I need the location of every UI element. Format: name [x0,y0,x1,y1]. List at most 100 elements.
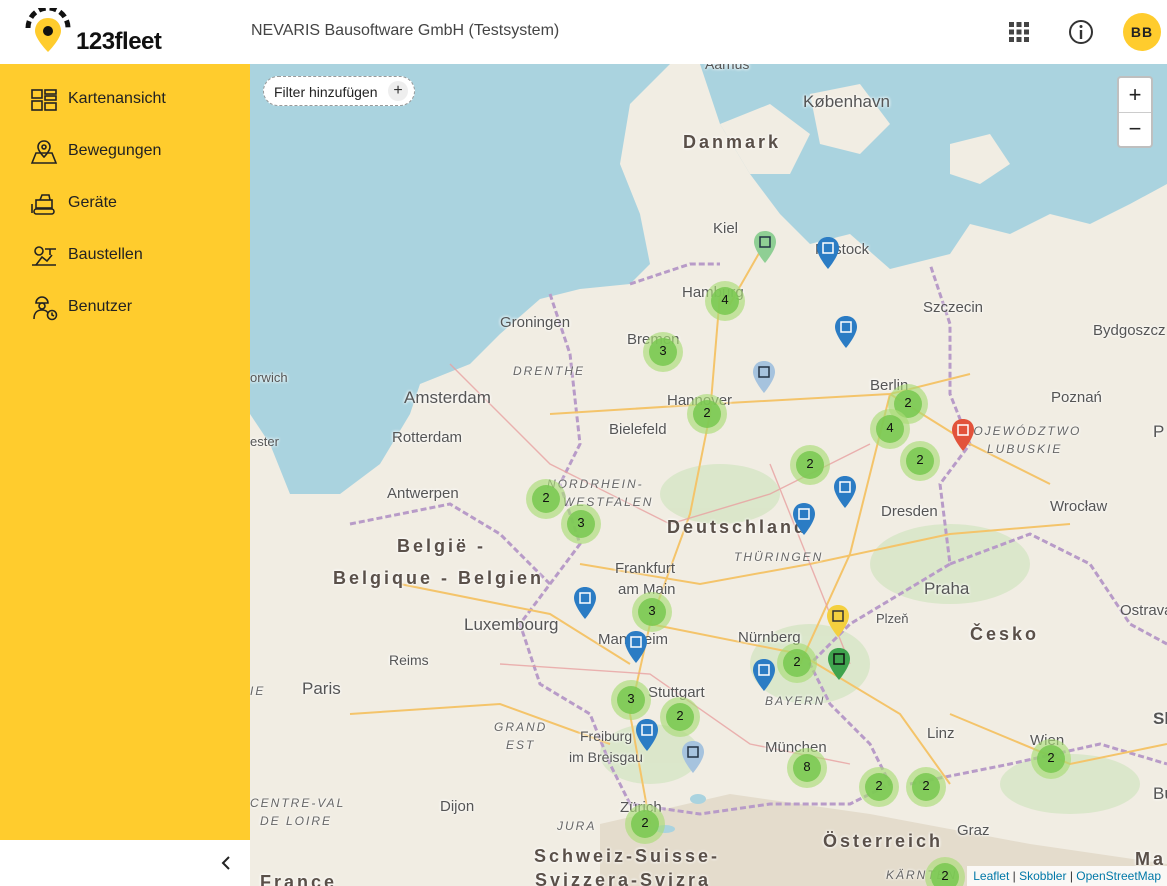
sidebar-item-benutzer[interactable]: Benutzer [0,286,250,330]
site-pin-icon[interactable] [825,604,851,640]
site-pin-icon[interactable] [751,360,777,396]
map-label: BAYERN [765,694,826,708]
marker-cluster[interactable]: 2 [859,767,899,807]
map-label: Kiel [713,220,739,237]
apps-grid-icon[interactable] [1007,20,1031,44]
zoom-out-button[interactable]: − [1119,112,1151,146]
marker-cluster[interactable]: 2 [906,767,946,807]
map-label: Bydgoszcz [1093,322,1166,339]
map-label: Groningen [500,314,571,331]
leaflet-link[interactable]: Leaflet [973,869,1009,883]
sidebar-item-geraete[interactable]: Geräte [0,182,250,226]
marker-cluster[interactable]: 2 [625,804,665,844]
map-pin-icon [30,140,58,164]
site-pin-icon[interactable] [572,586,598,622]
chevron-left-icon[interactable] [216,852,238,874]
site-pin-icon[interactable] [751,658,777,694]
map-label: Belgique - Belgien [333,568,545,588]
plus-icon: + [388,81,408,101]
map-label: Bu [1153,784,1167,803]
map-label: Antwerpen [387,485,459,502]
site-pin-icon[interactable] [680,740,706,776]
map-label: Dresden [881,503,938,520]
zoom-in-button[interactable]: + [1119,78,1151,113]
site-pin-icon[interactable] [950,418,976,454]
marker-cluster[interactable]: 4 [705,281,745,321]
map-label: Ostrava [1120,602,1167,619]
map-label: Schweiz-Suisse- [534,846,721,866]
map-label: CENTRE-VAL [250,796,346,810]
site-pin-icon[interactable] [791,502,817,538]
map-label: Danmark [683,132,782,152]
logo-text: 123fleet [76,28,162,55]
marker-cluster[interactable]: 2 [1031,739,1071,779]
map-view[interactable]: Aarhus København Danmark Kiel Rostock Ha… [250,64,1167,886]
marker-cluster[interactable]: 3 [632,592,672,632]
worker-icon [33,296,58,321]
map-label: orwich [250,370,288,385]
map-label: Plzeň [876,611,909,626]
map-label: im Breisgau [569,749,643,765]
marker-cluster[interactable]: 3 [561,504,601,544]
map-label: France [260,872,338,886]
map-label: Praha [924,579,970,598]
site-pin-icon[interactable] [623,630,649,666]
zoom-control: + − [1117,76,1153,148]
map-label: Deutschland [667,517,809,537]
site-pin-icon[interactable] [752,230,778,266]
marker-cluster[interactable]: 2 [900,441,940,481]
map-label: København [803,92,890,111]
map-label: Rotterdam [392,429,463,446]
sidebar-item-kartenansicht[interactable]: Kartenansicht [0,78,250,122]
marker-cluster[interactable]: 3 [611,680,651,720]
sidebar-item-label: Geräte [68,194,117,211]
map-attribution: Leaflet | Skobbler | OpenStreetMap [967,866,1167,886]
map-label: LUBUSKIE [987,442,1063,456]
skobbler-link[interactable]: Skobbler [1019,869,1066,883]
map-label: België - [397,536,487,556]
sidebar: Kartenansicht Bewegungen Geräte Baustell… [0,64,250,840]
marker-cluster[interactable]: 3 [643,332,683,372]
map-label: Paris [302,679,341,698]
marker-cluster[interactable]: 2 [777,643,817,683]
map-label: Aarhus [705,64,750,72]
map-label: Linz [927,725,955,742]
map-label: WOJEWÓDZTWO [960,424,1082,438]
map-label: Bielefeld [609,421,667,438]
site-pin-icon[interactable] [833,315,859,351]
map-label: Szczecin [923,299,984,316]
company-name: NEVARIS Bausoftware GmbH (Testsystem) [251,22,560,39]
app-header: 123fleet NEVARIS Bausoftware GmbH (Tests… [0,0,1167,64]
attribution-separator: | [1012,869,1016,883]
map-label: Wrocław [1050,498,1108,515]
map-label: THÜRINGEN [734,550,824,564]
osm-link[interactable]: OpenStreetMap [1076,869,1161,883]
sidebar-item-bewegungen[interactable]: Bewegungen [0,130,250,174]
construction-site-icon [32,246,56,266]
map-label: DE LOIRE [260,814,333,828]
sidebar-item-baustellen[interactable]: Baustellen [0,234,250,278]
marker-cluster[interactable]: 2 [526,479,566,519]
marker-cluster[interactable]: 8 [787,748,827,788]
map-label: Graz [957,822,990,839]
info-icon[interactable] [1067,18,1095,46]
map-grid-icon [31,89,57,111]
add-filter-button[interactable]: Filter hinzufügen + [263,76,415,106]
site-pin-icon[interactable] [815,236,841,272]
marker-cluster[interactable]: 2 [660,697,700,737]
site-pin-icon[interactable] [634,718,660,754]
map-label: Reims [389,652,429,668]
map-label: Luxembourg [464,615,559,634]
marker-cluster[interactable]: 2 [790,445,830,485]
bulldozer-icon [31,194,55,215]
sidebar-item-label: Bewegungen [68,142,162,159]
marker-cluster[interactable]: 4 [870,409,910,449]
map-label: IE [250,684,266,698]
marker-cluster[interactable]: 2 [687,394,727,434]
site-pin-icon[interactable] [826,647,852,683]
site-pin-icon[interactable] [832,475,858,511]
user-avatar[interactable]: BB [1123,13,1161,51]
map-label: Frankfurt [615,560,676,577]
map-label: Svizzera-Svizra [535,870,712,886]
map-label: Sl [1153,709,1167,728]
